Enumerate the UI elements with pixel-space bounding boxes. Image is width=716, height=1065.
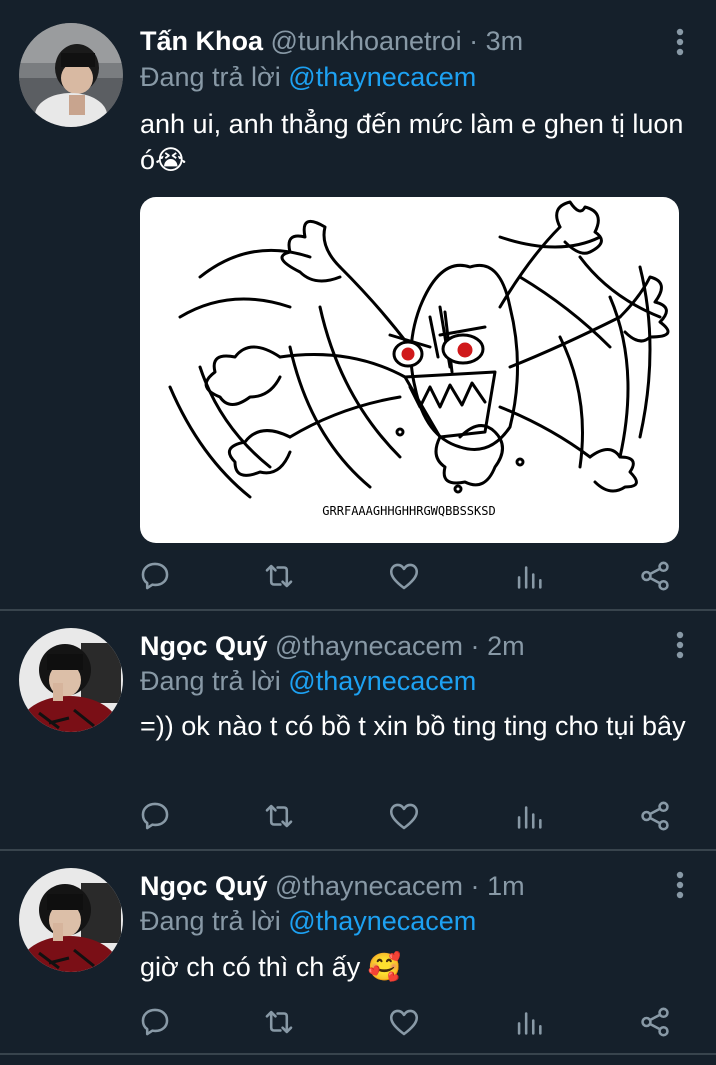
reply-icon[interactable]	[138, 799, 172, 833]
like-icon[interactable]	[387, 559, 421, 593]
author-handle[interactable]: @thaynecacem	[275, 631, 463, 661]
replying-to-label: Đang trả lời	[140, 906, 281, 936]
more-options-icon[interactable]	[670, 870, 690, 900]
separator-dot: ·	[470, 631, 480, 661]
replying-to: Đang trả lời @thaynecacem	[140, 903, 476, 939]
tweet-2[interactable]: Ngọc Quý @thaynecacem · 2m Đang trả lời …	[0, 611, 716, 851]
retweet-icon[interactable]	[262, 559, 296, 593]
replying-to-label: Đang trả lời	[140, 666, 281, 696]
retweet-icon[interactable]	[262, 799, 296, 833]
reply-icon[interactable]	[138, 1005, 172, 1039]
tweet-text: =)) ok nào t có bồ t xin bồ ting ting ch…	[140, 711, 686, 741]
tweet-actions	[138, 799, 678, 835]
share-icon[interactable]	[638, 799, 672, 833]
replying-to: Đang trả lời @thaynecacem	[140, 59, 476, 95]
share-icon[interactable]	[638, 559, 672, 593]
share-icon[interactable]	[638, 1005, 672, 1039]
replying-to: Đang trả lời @thaynecacem	[140, 663, 476, 699]
tweet-1[interactable]: Tấn Khoa @tunkhoanetroi · 3m Đang trả lờ…	[0, 0, 716, 611]
tweet-header: Ngọc Quý @thaynecacem · 1m	[140, 868, 525, 904]
analytics-icon[interactable]	[512, 559, 546, 593]
avatar[interactable]	[19, 23, 123, 127]
tweet-time[interactable]: 1m	[487, 871, 525, 901]
separator-dot: ·	[469, 26, 479, 56]
separator-dot: ·	[470, 871, 480, 901]
reply-mention-link[interactable]: @thaynecacem	[288, 906, 476, 936]
replying-to-label: Đang trả lời	[140, 62, 281, 92]
reply-mention-link[interactable]: @thaynecacem	[288, 62, 476, 92]
like-icon[interactable]	[387, 1005, 421, 1039]
author-name[interactable]: Tấn Khoa	[140, 26, 263, 56]
tweet-text: anh ui, anh thẳng đến mức làm e ghen tị …	[140, 109, 684, 175]
tweet-time[interactable]: 3m	[486, 26, 524, 56]
analytics-icon[interactable]	[512, 799, 546, 833]
reply-mention-link[interactable]: @thaynecacem	[288, 666, 476, 696]
tweet-time[interactable]: 2m	[487, 631, 525, 661]
more-options-icon[interactable]	[670, 630, 690, 660]
like-icon[interactable]	[387, 799, 421, 833]
tweet-header: Tấn Khoa @tunkhoanetroi · 3m	[140, 23, 523, 59]
tweet-media-image[interactable]: GRRFAAAGHHGHHRGWQBBSSKSD	[140, 197, 679, 543]
author-name[interactable]: Ngọc Quý	[140, 631, 268, 661]
tweet-3[interactable]: Ngọc Quý @thaynecacem · 1m Đang trả lời …	[0, 851, 716, 1055]
author-handle[interactable]: @thaynecacem	[275, 871, 463, 901]
avatar[interactable]	[19, 868, 123, 972]
author-name[interactable]: Ngọc Quý	[140, 871, 268, 901]
more-options-icon[interactable]	[670, 27, 690, 57]
reply-icon[interactable]	[138, 559, 172, 593]
tweet-header: Ngọc Quý @thaynecacem · 2m	[140, 628, 525, 664]
analytics-icon[interactable]	[512, 1005, 546, 1039]
tweet-text: giờ ch có thì ch ấy 🥰	[140, 952, 402, 982]
tweet-actions	[138, 1005, 678, 1041]
avatar[interactable]	[19, 628, 123, 732]
retweet-icon[interactable]	[262, 1005, 296, 1039]
tweet-actions	[138, 559, 678, 595]
media-caption: GRRFAAAGHHGHHRGWQBBSSKSD	[322, 504, 495, 518]
author-handle[interactable]: @tunkhoanetroi	[271, 26, 462, 56]
